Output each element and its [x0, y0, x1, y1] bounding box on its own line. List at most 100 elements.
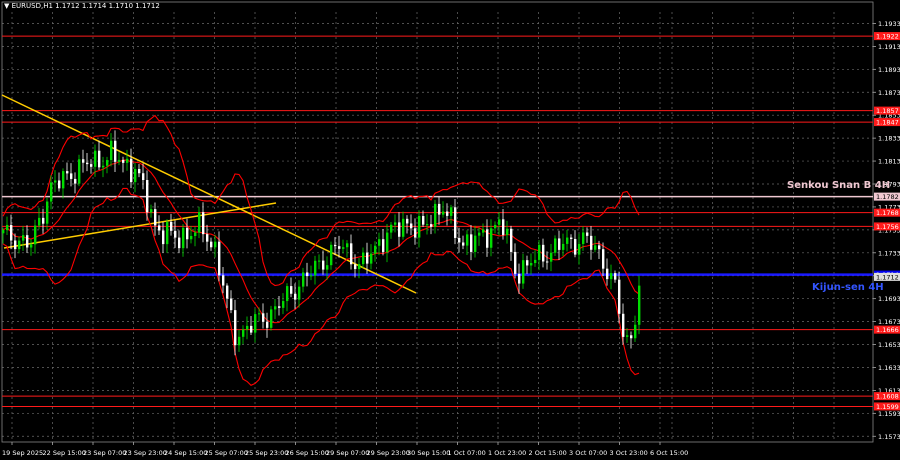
candle-body — [554, 238, 557, 253]
candle-body — [618, 279, 621, 314]
candle-body — [406, 218, 409, 224]
time-tick-label: 6 Oct 15:00 — [650, 449, 688, 457]
candle-body — [318, 260, 321, 262]
candle-body — [94, 150, 97, 167]
candle-body — [14, 240, 17, 250]
candle-body — [118, 159, 121, 162]
candle-body — [574, 238, 577, 255]
candle-body — [98, 150, 101, 168]
time-tick-label: 3 Oct 23:00 — [610, 449, 648, 457]
candle-body — [354, 264, 357, 270]
candle-body — [458, 237, 461, 243]
time-tick-label: 23 Sep 07:00 — [83, 449, 126, 457]
level-price-tag-text: 1.1756 — [876, 223, 899, 231]
candle-body — [106, 160, 109, 166]
candle-body — [42, 217, 45, 224]
candle-body — [510, 228, 513, 252]
candle-body — [414, 228, 417, 238]
level-price-tag-text: 1.1666 — [876, 326, 899, 334]
candle-body — [122, 159, 125, 163]
candle-body — [198, 212, 201, 233]
price-chart[interactable]: 1.19331.19131.18931.18731.18531.18331.18… — [0, 0, 900, 460]
candle-body — [630, 335, 633, 339]
candle-body — [258, 313, 261, 315]
candle-body — [358, 264, 361, 270]
candle-body — [402, 218, 405, 237]
candle-body — [206, 234, 209, 242]
candle-body — [342, 247, 345, 249]
candle-body — [138, 168, 141, 174]
candle-body — [102, 165, 105, 168]
candle-body — [22, 235, 25, 241]
candle-body — [466, 234, 469, 246]
price-tick-label: 1.1833 — [878, 135, 900, 143]
candle-body — [298, 286, 301, 300]
candle-body — [490, 228, 493, 248]
candle-body — [150, 209, 153, 213]
candle-body — [142, 173, 145, 181]
candle-body — [286, 286, 289, 302]
candle-body — [610, 273, 613, 280]
candle-body — [442, 211, 445, 215]
candle-body — [238, 336, 241, 346]
candle-body — [498, 219, 501, 225]
candle-body — [242, 329, 245, 337]
price-tick-label: 1.1933 — [878, 20, 900, 28]
candle-body — [326, 265, 329, 270]
candle-body — [250, 325, 253, 333]
time-tick-label: 2 Oct 15:00 — [529, 449, 567, 457]
candle-body — [74, 178, 77, 184]
candle-body — [26, 235, 29, 248]
level-price-tag-text: 1.1608 — [876, 393, 899, 401]
candle-body — [634, 324, 637, 339]
candle-body — [422, 215, 425, 225]
candle-body — [322, 260, 325, 270]
candle-body — [30, 244, 33, 248]
candle-body — [294, 293, 297, 300]
candle-body — [234, 310, 237, 346]
candle-body — [314, 260, 317, 276]
level-price-tag-text: 1.1768 — [876, 209, 899, 217]
candle-body — [418, 215, 421, 238]
time-tick-label: 1 Oct 07:00 — [448, 449, 486, 457]
candle-body — [454, 207, 457, 238]
senkou-price-tag-text: 1.1782 — [876, 193, 899, 201]
candle-body — [494, 224, 497, 229]
candle-body — [542, 244, 545, 262]
candle-body — [638, 285, 641, 325]
chart-title: ▼ EURUSD,H1 1.1712 1.1714 1.1710 1.1712 — [4, 2, 160, 10]
time-tick-label: 24 Sep 15:00 — [164, 449, 207, 457]
price-tick-label: 1.1593 — [878, 410, 900, 418]
price-tick-label: 1.1873 — [878, 89, 900, 97]
candle-body — [290, 286, 293, 294]
candle-body — [90, 164, 93, 167]
price-tick-label: 1.1913 — [878, 43, 900, 51]
candle-body — [78, 159, 81, 184]
candle-body — [54, 180, 57, 183]
candle-body — [350, 243, 353, 265]
candle-body — [186, 227, 189, 240]
candle-body — [346, 243, 349, 248]
candle-body — [430, 224, 433, 227]
candle-body — [146, 180, 149, 213]
candle-body — [590, 235, 593, 250]
candle-body — [514, 251, 517, 274]
candle-body — [374, 245, 377, 254]
candle-body — [214, 241, 217, 248]
level-price-tag-text: 1.1599 — [876, 403, 899, 411]
candle-body — [586, 232, 589, 236]
candle-body — [594, 245, 597, 250]
candle-body — [174, 230, 177, 238]
candle-body — [178, 237, 181, 249]
time-tick-label: 22 Sep 15:00 — [43, 449, 86, 457]
candle-body — [274, 306, 277, 310]
candle-body — [266, 321, 269, 328]
time-tick-label: 25 Sep 23:00 — [245, 449, 288, 457]
candle-body — [10, 224, 13, 241]
candle-body — [310, 275, 313, 277]
candle-body — [162, 230, 165, 245]
candle-body — [170, 221, 173, 231]
candle-body — [370, 253, 373, 264]
candle-body — [82, 159, 85, 163]
candle-body — [438, 203, 441, 215]
